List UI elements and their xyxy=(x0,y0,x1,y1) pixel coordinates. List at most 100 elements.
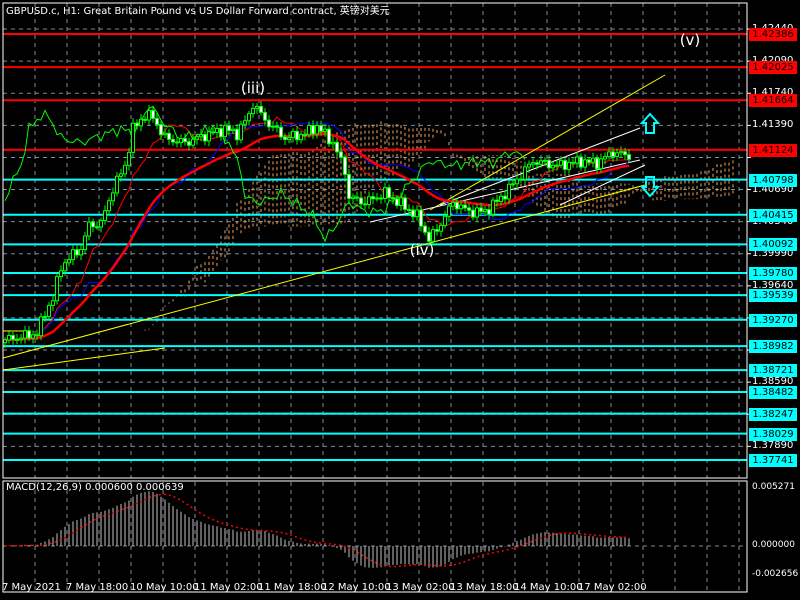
candle xyxy=(111,187,115,206)
candle-body xyxy=(11,334,15,340)
candle xyxy=(167,129,171,145)
candle-body xyxy=(463,204,467,209)
candle-body xyxy=(59,270,63,278)
candle-body xyxy=(395,198,399,206)
candle xyxy=(415,205,419,221)
candle-body xyxy=(191,138,195,146)
candle-body xyxy=(255,105,259,109)
candle-body xyxy=(443,215,447,226)
candle-body xyxy=(451,201,455,207)
chart-canvas[interactable] xyxy=(0,0,800,600)
candle xyxy=(447,202,451,222)
candle-body xyxy=(347,173,351,199)
level-price-label: 1.42025 xyxy=(749,61,797,75)
candle xyxy=(171,134,175,146)
candle xyxy=(23,325,27,344)
candle xyxy=(47,302,51,320)
candle xyxy=(331,137,335,150)
candle xyxy=(79,244,83,261)
candle-body xyxy=(223,125,227,138)
candle xyxy=(367,192,371,209)
candle-body xyxy=(435,229,439,232)
candle-body xyxy=(283,136,287,141)
time-label: 12 May 10:00 xyxy=(322,582,391,593)
candle-body xyxy=(43,316,47,319)
level-price-label: 1.42386 xyxy=(749,28,797,41)
candle-body xyxy=(339,151,343,158)
candle-body xyxy=(571,161,575,164)
candle-body xyxy=(491,199,495,215)
candle-body xyxy=(387,187,391,199)
candle xyxy=(351,193,355,204)
candle xyxy=(391,192,395,205)
candle xyxy=(619,146,623,158)
candle-body xyxy=(163,132,167,136)
candle-body xyxy=(327,128,331,145)
candle xyxy=(591,152,595,168)
candle-body xyxy=(51,300,55,306)
candle xyxy=(15,334,19,345)
candle-body xyxy=(523,166,527,180)
macd-max-label: 0.005271 xyxy=(752,482,795,492)
wave-label-iii: (iii) xyxy=(240,79,266,97)
candle xyxy=(31,330,35,344)
candle-body xyxy=(211,131,215,134)
candle-body xyxy=(71,249,75,261)
macd-min-label: -0.002656 xyxy=(752,569,799,579)
candle xyxy=(115,172,119,197)
candle-body xyxy=(3,339,7,344)
candle-body xyxy=(199,133,203,138)
level-price-label: 1.38247 xyxy=(749,407,797,421)
candle-body xyxy=(107,200,111,212)
candle xyxy=(411,205,415,222)
grid xyxy=(3,3,751,592)
candle-body xyxy=(471,209,475,218)
candle-body xyxy=(195,136,199,140)
candle xyxy=(339,146,343,162)
level-price-label: 1.40798 xyxy=(749,173,797,187)
candle xyxy=(291,128,295,143)
candle xyxy=(179,134,183,148)
candle xyxy=(259,101,263,116)
candle-body xyxy=(295,130,299,141)
candle xyxy=(491,197,495,218)
candle-body xyxy=(511,183,515,186)
candle-body xyxy=(231,128,235,132)
candle-body xyxy=(75,249,79,256)
level-price-label: 1.40415 xyxy=(749,208,797,222)
candle-body xyxy=(423,225,427,233)
candle-body xyxy=(111,192,115,202)
candle-body xyxy=(15,338,19,341)
time-label: 17 May 02:00 xyxy=(578,582,647,593)
candle xyxy=(355,191,359,202)
candle-body xyxy=(335,141,339,153)
ichimoku-cloud xyxy=(144,121,734,331)
candle xyxy=(387,184,391,203)
candle-body xyxy=(303,133,307,136)
candle-body xyxy=(615,152,619,157)
candle xyxy=(175,137,179,148)
candle-body xyxy=(103,210,107,222)
candle-body xyxy=(119,173,123,177)
candle-body xyxy=(579,156,583,168)
candle-body xyxy=(503,195,507,200)
candle xyxy=(103,205,107,225)
candle-body xyxy=(179,138,183,144)
candle-body xyxy=(311,124,315,135)
candle-body xyxy=(183,138,187,143)
candle-body xyxy=(227,125,231,132)
candle xyxy=(519,174,523,183)
candle-body xyxy=(263,111,267,121)
candle-body xyxy=(155,117,159,125)
candle xyxy=(95,221,99,230)
candle-body xyxy=(543,159,547,162)
candle-body xyxy=(407,208,411,211)
candle xyxy=(567,157,571,174)
candle-body xyxy=(219,127,223,138)
candle-body xyxy=(63,262,67,272)
candle-body xyxy=(371,196,375,200)
macd-zero-label: 0.000000 xyxy=(752,540,795,550)
candle xyxy=(151,107,155,123)
candle-body xyxy=(527,163,531,168)
candle xyxy=(443,210,447,229)
